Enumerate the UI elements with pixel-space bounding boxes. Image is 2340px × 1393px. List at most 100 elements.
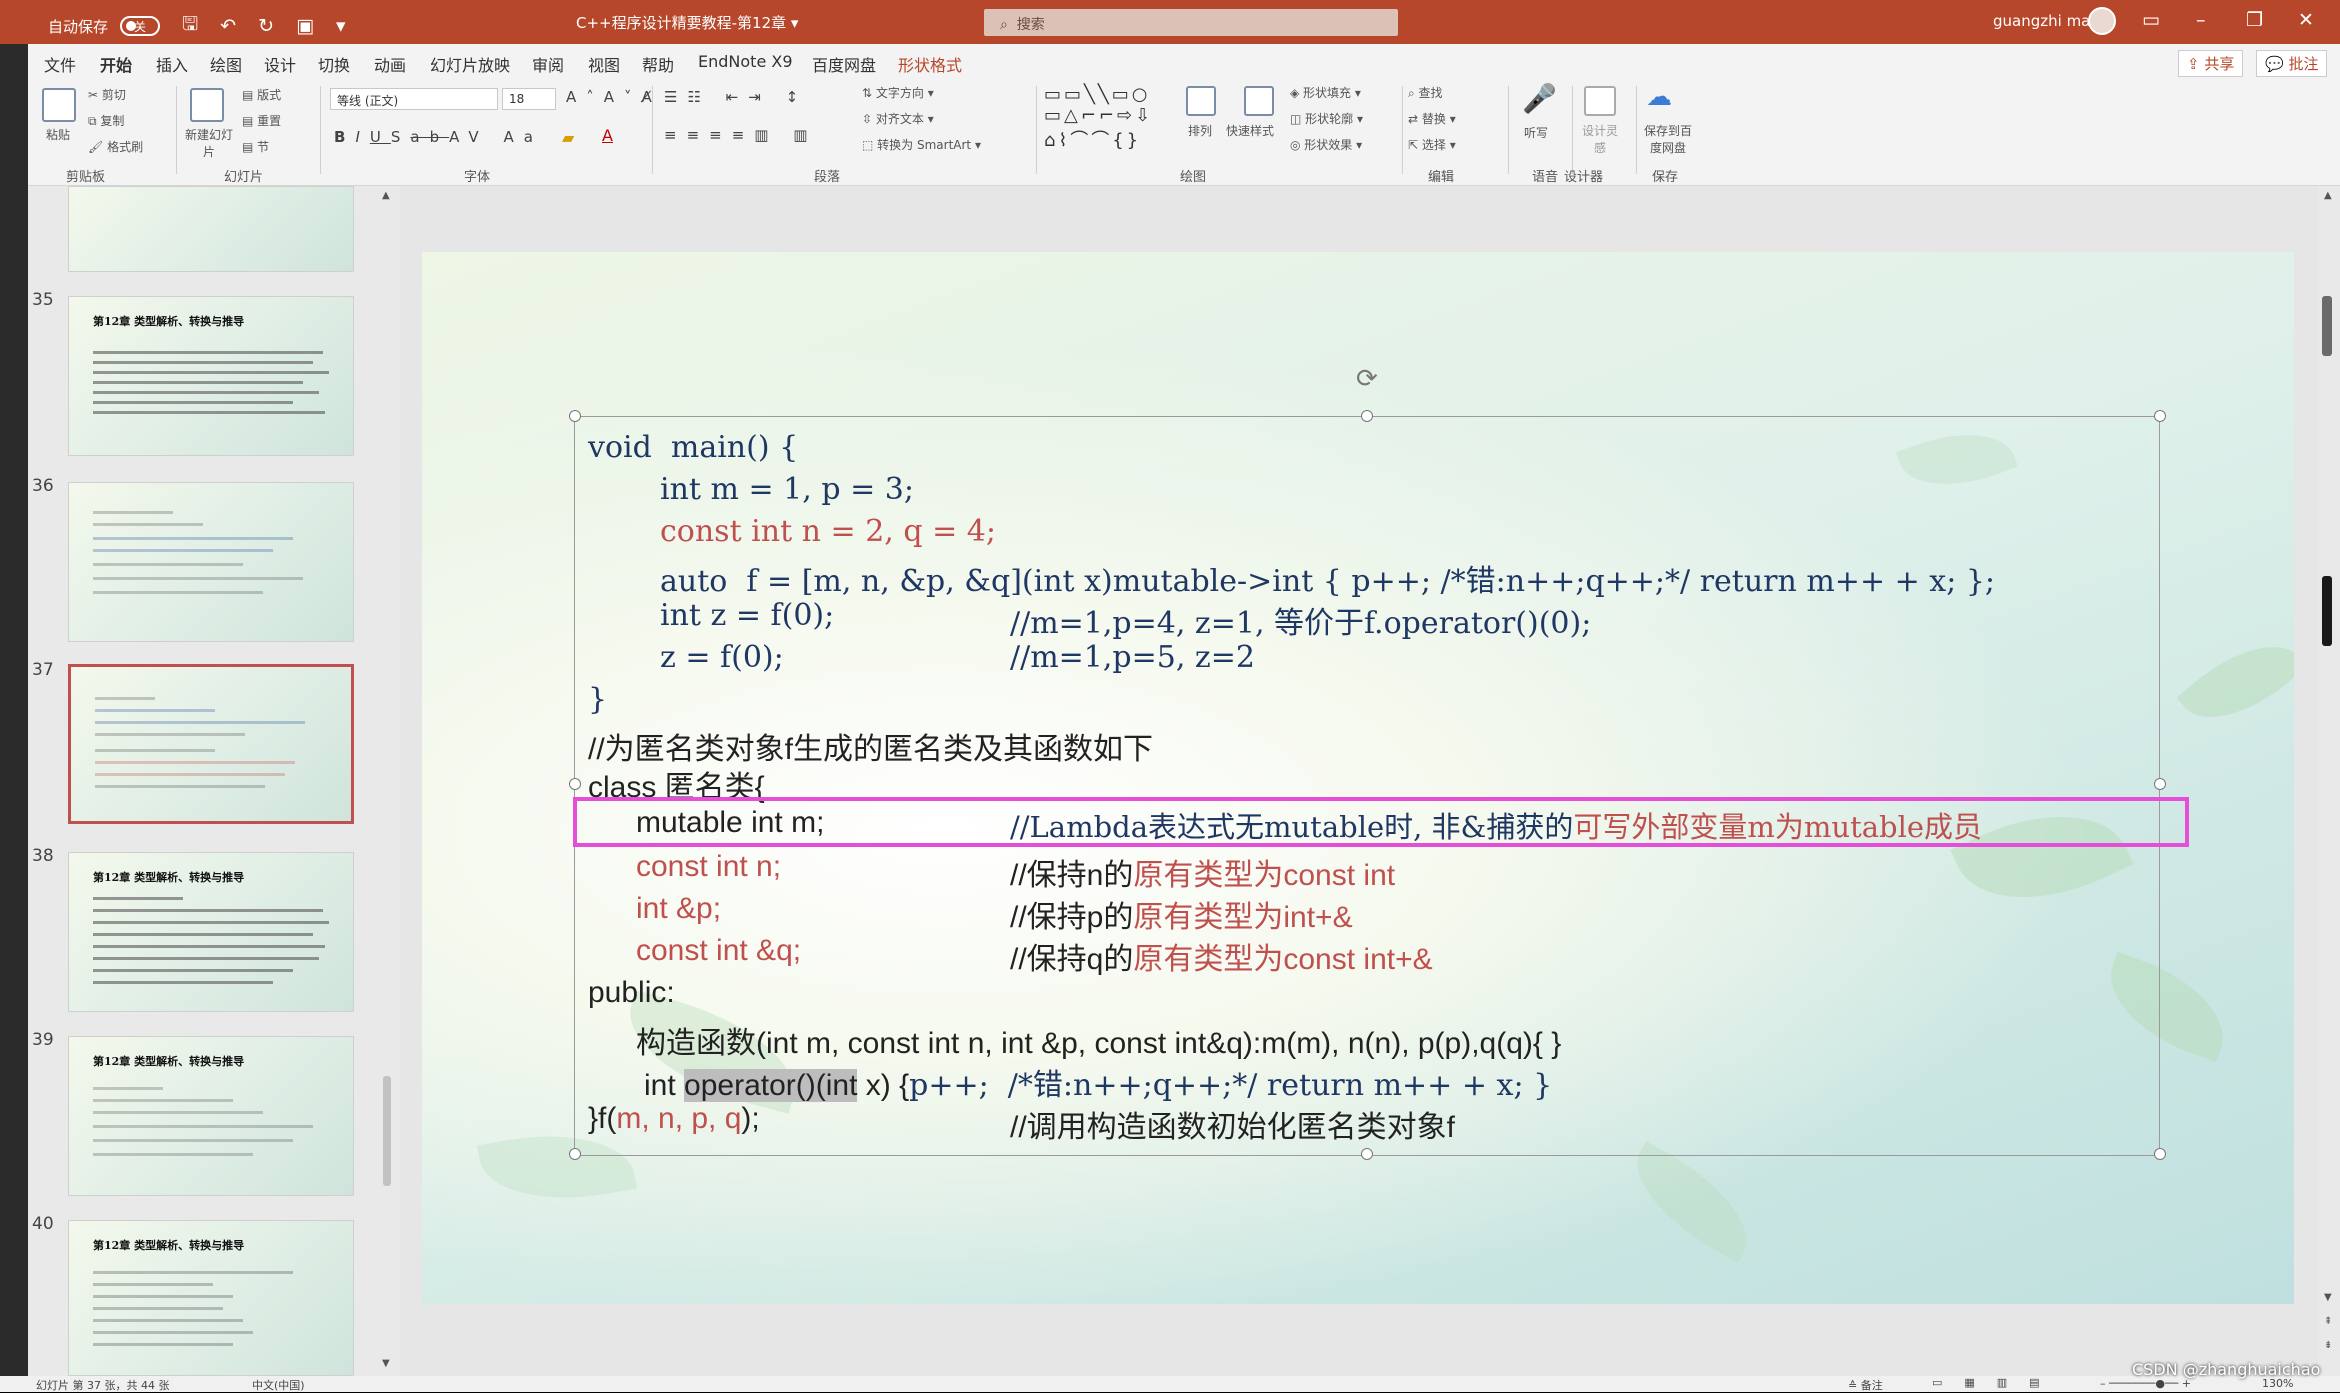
reset-button[interactable]: ▤ 重置	[242, 112, 281, 129]
font-color-icon[interactable]: A	[602, 126, 613, 145]
code-line: void main() {	[588, 430, 799, 465]
format-painter-button[interactable]: 🖌 格式刷	[88, 138, 143, 155]
code-line: mutable int m;	[636, 806, 825, 839]
customize-toolbar-icon[interactable]: ▾	[336, 15, 346, 37]
baidu-cloud-icon[interactable]: ☁	[1646, 82, 1672, 112]
quick-styles-label[interactable]: 快速样式	[1226, 122, 1274, 139]
tab-animations[interactable]: 动画	[374, 52, 406, 76]
close-icon[interactable]: ✕	[2298, 9, 2314, 31]
highlight-icon[interactable]: ▰	[562, 128, 574, 147]
new-slide-icon[interactable]	[190, 88, 224, 122]
tab-view[interactable]: 视图	[588, 52, 620, 76]
tab-slideshow[interactable]: 幻灯片放映	[430, 52, 510, 76]
comment-button[interactable]: 💬 批注	[2256, 50, 2328, 77]
start-slideshow-icon[interactable]: ▣	[296, 15, 314, 37]
font-style-buttons[interactable]: BIUSabAV Aa	[334, 128, 543, 146]
thumbnail-34[interactable]	[68, 186, 354, 272]
selected-text[interactable]: operator()(int	[684, 1069, 858, 1102]
code-line: public:	[588, 976, 675, 1009]
find-button[interactable]: ⌕ 查找	[1408, 84, 1443, 101]
notes-button[interactable]: ≙ 备注	[1848, 1377, 1883, 1393]
language-indicator[interactable]: 中文(中国)	[252, 1377, 305, 1393]
thumbnail-40[interactable]: 第12章 类型解析、转换与推导	[68, 1220, 354, 1376]
tab-insert[interactable]: 插入	[156, 52, 188, 76]
font-size-select[interactable]: 18	[502, 88, 556, 110]
paste-label: 粘贴	[46, 128, 71, 142]
resize-handle[interactable]	[1361, 1148, 1373, 1160]
resize-handle[interactable]	[2154, 1148, 2166, 1160]
view-buttons[interactable]: ▭▦▥▤	[1932, 1376, 2062, 1389]
resize-handle[interactable]	[2154, 410, 2166, 422]
editor-scrollbar[interactable]: ▲ ▼ ⇞ ⇟	[2318, 186, 2340, 1376]
code-line: z = f(0);	[660, 640, 784, 675]
tab-review[interactable]: 审阅	[532, 52, 564, 76]
tab-design[interactable]: 设计	[264, 52, 296, 76]
save-icon[interactable]: 🖫	[182, 10, 198, 42]
minimize-icon[interactable]: –	[2196, 9, 2206, 31]
select-button[interactable]: ⇱ 选择 ▾	[1408, 136, 1456, 153]
quick-styles-icon[interactable]	[1244, 86, 1274, 116]
shape-effects-button[interactable]: ◎ 形状效果 ▾	[1290, 136, 1362, 153]
share-button[interactable]: ⇪ 共享	[2178, 50, 2244, 77]
tab-baidu[interactable]: 百度网盘	[812, 52, 876, 76]
shape-fill-button[interactable]: ◈ 形状填充 ▾	[1290, 84, 1361, 101]
thumbnail-38[interactable]: 第12章 类型解析、转换与推导	[68, 852, 354, 1012]
tab-endnote[interactable]: EndNote X9	[698, 52, 793, 71]
user-name: guangzhi ma	[1993, 12, 2091, 30]
microphone-icon[interactable]: 🎤	[1522, 82, 1557, 115]
design-ideas-label[interactable]: 设计灵感	[1580, 122, 1620, 156]
resize-handle[interactable]	[1361, 410, 1373, 422]
layout-button[interactable]: ▤ 版式	[242, 86, 281, 103]
replace-button[interactable]: ⇄ 替换 ▾	[1408, 110, 1456, 127]
font-size-buttons[interactable]: A˄A˅A̸	[566, 88, 662, 106]
code-comment: //保持q的原有类型为const int+&	[1010, 943, 1433, 976]
thumbnail-35[interactable]: 第12章 类型解析、转换与推导	[68, 296, 354, 456]
restore-icon[interactable]: ❐	[2246, 9, 2263, 31]
search-box[interactable]: ⌕ 搜索	[984, 9, 1398, 36]
thumbnail-scrollbar[interactable]: ▲ ▼	[380, 186, 394, 1376]
save-baidu-label[interactable]: 保存到百度网盘	[1640, 122, 1696, 156]
tab-shape-format[interactable]: 形状格式	[898, 52, 962, 76]
resize-handle[interactable]	[569, 410, 581, 422]
tab-file[interactable]: 文件	[44, 52, 76, 76]
font-name-select[interactable]: 等线 (正文)	[330, 88, 498, 110]
avatar[interactable]	[2088, 7, 2116, 35]
tab-help[interactable]: 帮助	[642, 52, 674, 76]
shape-outline-button[interactable]: ◫ 形状轮廓 ▾	[1290, 110, 1363, 127]
code-comment: //m=1,p=5, z=2	[1010, 640, 1255, 675]
resize-handle[interactable]	[569, 1148, 581, 1160]
dictate-label[interactable]: 听写	[1524, 124, 1548, 141]
rotate-handle-icon[interactable]: ⟳	[1356, 364, 1378, 394]
thumb-title: 第12章 类型解析、转换与推导	[93, 1239, 245, 1252]
code-line: int m = 1, p = 3;	[660, 472, 914, 507]
copy-button[interactable]: ⧉ 复制	[88, 112, 124, 129]
autosave-toggle[interactable]	[120, 16, 161, 36]
arrange-icon[interactable]	[1186, 86, 1216, 116]
ribbon-display-icon[interactable]: ▭	[2142, 9, 2160, 31]
section-button[interactable]: ▤ 节	[242, 138, 269, 155]
tab-transitions[interactable]: 切换	[318, 52, 350, 76]
arrange-label[interactable]: 排列	[1188, 122, 1212, 139]
powerpoint-window: 自动保存 关 🖫 ↶ ↻ ▣ ▾ C++程序设计精要教程-第12章 ▾ ⌕ 搜索…	[0, 0, 2340, 1392]
thumb-number: 38	[32, 846, 54, 866]
code-line: const int &q;	[636, 934, 802, 967]
text-direction-button[interactable]: ⇅ 文字方向 ▾	[862, 84, 934, 101]
thumbnail-39[interactable]: 第12章 类型解析、转换与推导	[68, 1036, 354, 1196]
shapes-gallery[interactable]: ▭▭╲╲▭○ ▭△⌐⌐⇨⇩ ⌂⌇⌒⌒{}	[1044, 84, 1153, 152]
list-buttons[interactable]: ☰☷ ⇤⇥ ↕	[664, 88, 808, 106]
resize-handle[interactable]	[2154, 778, 2166, 790]
thumbnail-36[interactable]	[68, 482, 354, 642]
redo-icon[interactable]: ↻	[258, 15, 274, 37]
paste-icon[interactable]	[42, 88, 76, 122]
new-slide-label[interactable]: 新建幻灯片	[184, 126, 234, 160]
cut-button[interactable]: ✂ 剪切	[88, 86, 126, 103]
thumbnail-37[interactable]	[68, 664, 354, 824]
tab-draw[interactable]: 绘图	[210, 52, 242, 76]
code-comment: //m=1,p=4, z=1, 等价于f.operator()(0);	[1010, 606, 1592, 641]
undo-icon[interactable]: ↶	[220, 15, 236, 37]
smartart-button[interactable]: ⬚ 转换为 SmartArt ▾	[862, 136, 981, 153]
align-text-button[interactable]: ⇳ 对齐文本 ▾	[862, 110, 934, 127]
resize-handle[interactable]	[569, 778, 581, 790]
design-ideas-icon[interactable]	[1584, 86, 1616, 116]
align-buttons[interactable]: ≡≡≡≡▥ ▥	[664, 126, 817, 144]
